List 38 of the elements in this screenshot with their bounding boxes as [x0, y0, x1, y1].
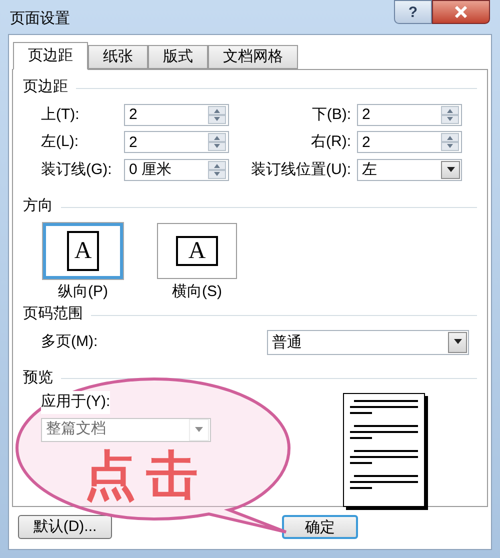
- page-icon: A: [67, 230, 99, 270]
- dropdown-caret-icon: [452, 339, 462, 345]
- tab[interactable]: 纸张: [88, 45, 148, 69]
- section-heading: 方向: [23, 196, 53, 216]
- dropdown-caret-icon: [194, 426, 204, 432]
- field-label: 装订线(G):: [41, 160, 113, 180]
- close-icon: [454, 6, 468, 18]
- window-title: 页面设置: [10, 9, 70, 29]
- section-heading: 页码范围: [23, 304, 83, 324]
- spin-arrows-icon[interactable]: [208, 106, 226, 124]
- tab[interactable]: 文档网格: [208, 45, 298, 69]
- option-label: 纵向(P): [58, 282, 108, 302]
- field-label: 下(B):: [312, 104, 352, 124]
- callout-text: 点击: [84, 450, 208, 502]
- tab[interactable]: 页边距: [13, 42, 88, 70]
- spin-arrows-icon[interactable]: [208, 160, 226, 179]
- option-label: 横向(S): [172, 282, 222, 302]
- field-label: 装订线位置(U):: [251, 160, 352, 180]
- field-label: 左(L):: [41, 132, 80, 152]
- dialog-button[interactable]: 确定: [282, 515, 358, 539]
- help-button[interactable]: ?: [394, 0, 432, 24]
- field-label: 上(T):: [41, 104, 80, 124]
- close-button[interactable]: [432, 0, 490, 24]
- field-label: 应用于(Y):: [41, 391, 110, 414]
- tab[interactable]: 版式: [148, 45, 208, 69]
- spin-arrows-icon[interactable]: [441, 106, 459, 124]
- field-label: 多页(M):: [41, 332, 98, 352]
- spin-arrows-icon[interactable]: [208, 133, 226, 152]
- dropdown[interactable]: 普通: [267, 330, 469, 354]
- page-icon: A: [176, 236, 218, 266]
- orientation-option[interactable]: A: [157, 222, 237, 278]
- section-heading: 页边距: [23, 77, 68, 97]
- orientation-option[interactable]: A: [43, 222, 123, 278]
- section-heading: 预览: [23, 368, 53, 388]
- dropdown-caret-icon: [446, 166, 456, 173]
- dialog-button[interactable]: 默认(D)...: [18, 515, 112, 539]
- spin-arrows-icon[interactable]: [441, 133, 459, 152]
- field-label: 右(R):: [311, 132, 352, 152]
